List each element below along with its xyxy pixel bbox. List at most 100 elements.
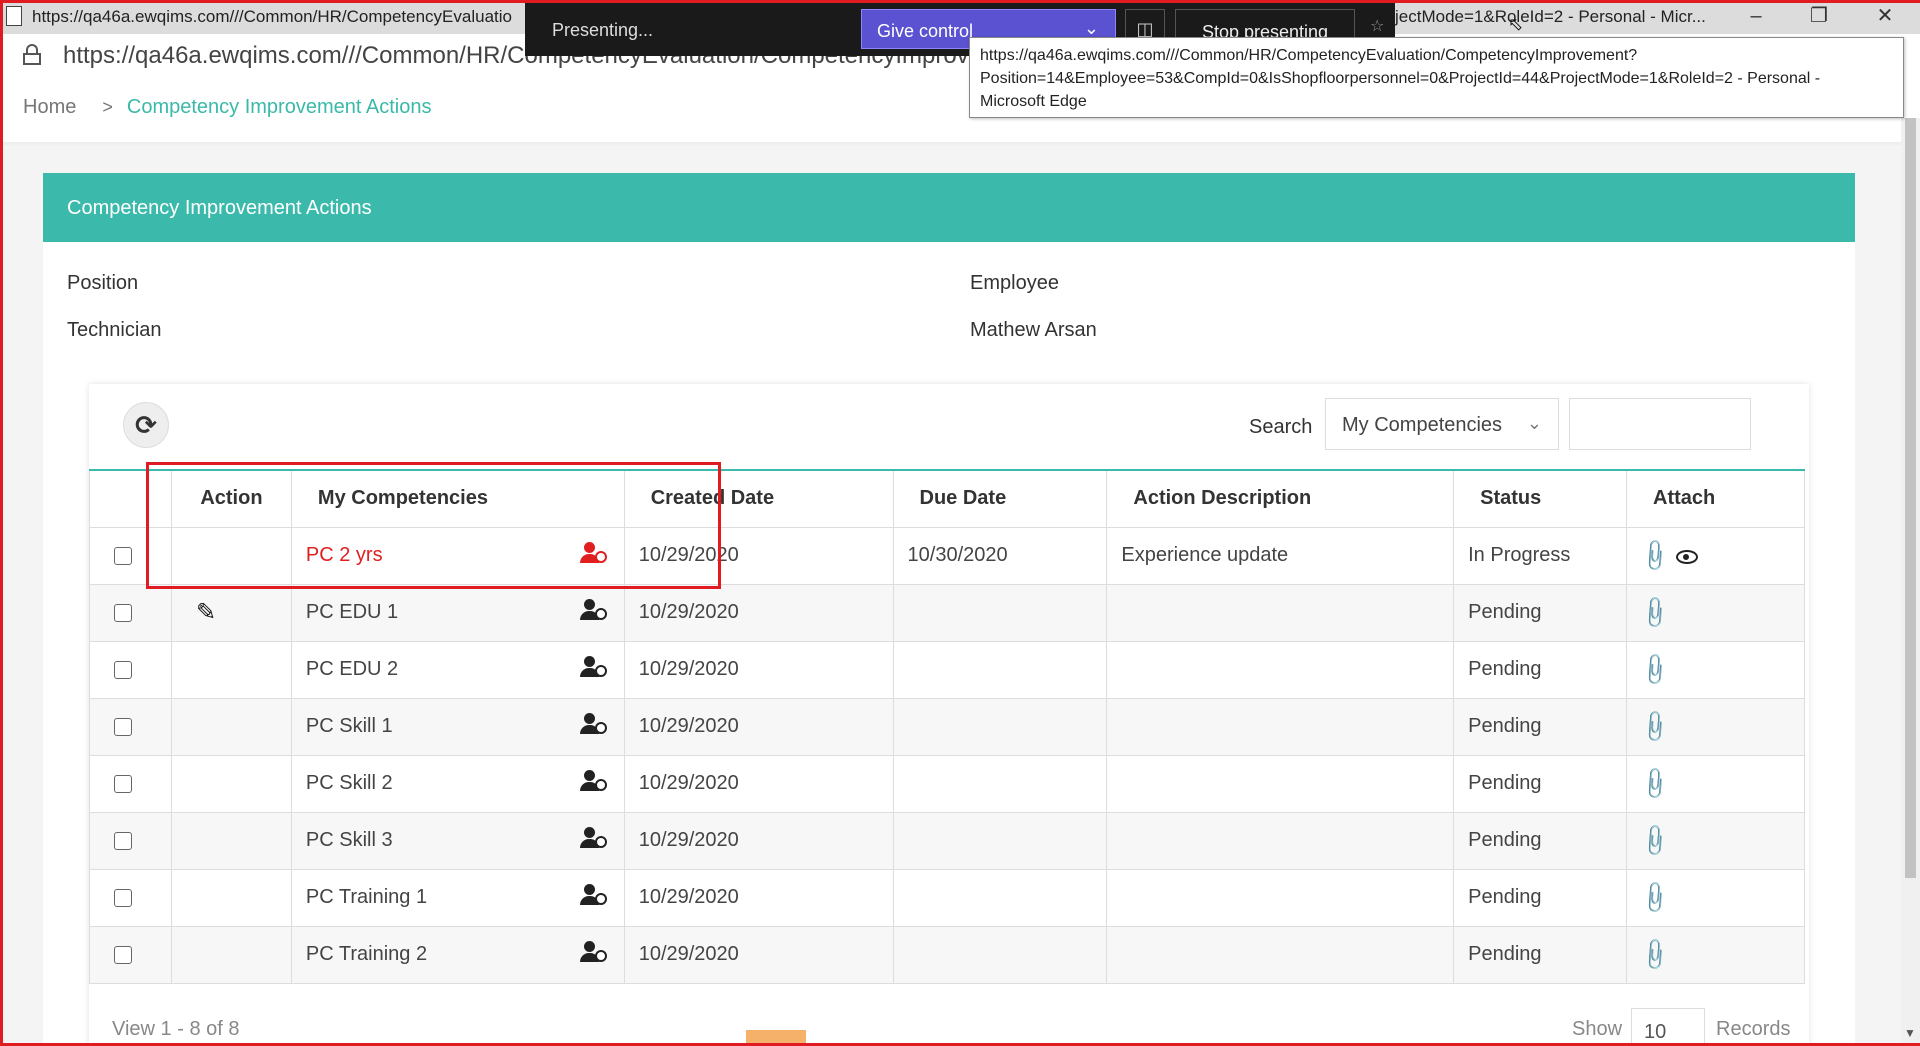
due-date-cell (892, 926, 1107, 984)
row-checkbox[interactable] (114, 888, 132, 907)
competency-name[interactable]: PC EDU 2 (306, 658, 398, 680)
competency-name[interactable]: PC EDU 1 (306, 601, 398, 623)
paperclip-icon[interactable]: 📎 (1636, 879, 1674, 917)
competency-name[interactable]: PC Skill 2 (306, 772, 393, 794)
minimize-button[interactable]: – (1733, 2, 1779, 32)
competency-cell: PC Skill 1 (290, 698, 625, 756)
row-select-cell (89, 926, 172, 984)
window-title-tail: jectMode=1&RoleId=2 - Personal - Micr... (1395, 7, 1706, 26)
give-control-label: Give control (877, 21, 974, 41)
created-date-cell: 10/29/2020 (623, 869, 894, 927)
maximize-button[interactable]: ❐ (1796, 2, 1842, 32)
tooltip-line-1: https://qa46a.ewqims.com///Common/HR/Com… (980, 47, 1638, 64)
view-count: View 1 - 8 of 8 (112, 1018, 240, 1040)
action-cell (170, 926, 292, 984)
presenting-label: Presenting... (552, 20, 654, 40)
breadcrumb-separator-icon: > (102, 97, 113, 117)
status-cell: In Progress (1453, 527, 1627, 585)
due-date-cell: 10/30/2020 (892, 527, 1107, 585)
person-shield-icon[interactable] (579, 769, 608, 794)
header-status[interactable]: Status (1453, 469, 1627, 528)
due-date-cell (892, 869, 1107, 927)
employee-value: Mathew Arsan (970, 319, 1097, 341)
paperclip-icon[interactable]: 📎 (1636, 822, 1674, 860)
search-filter-select[interactable]: My Competencies ⌄ (1325, 398, 1559, 450)
person-shield-icon[interactable] (579, 712, 608, 737)
paperclip-icon[interactable]: 📎 (1636, 708, 1674, 746)
competency-cell: PC Training 2 (290, 926, 625, 984)
competency-cell: PC Training 1 (290, 869, 625, 927)
table-row[interactable]: PC Training 2 10/29/2020 Pending 📎 (89, 926, 1805, 984)
pin-icon[interactable]: ☆ (1370, 16, 1384, 36)
action-cell (170, 755, 292, 813)
scroll-down-arrow-icon[interactable]: ▼ (1904, 1026, 1916, 1040)
tooltip-line-3: Microsoft Edge (980, 93, 1087, 110)
description-cell (1106, 869, 1454, 927)
table-row[interactable]: PC Training 1 10/29/2020 Pending 📎 (89, 869, 1805, 927)
created-date-cell: 10/29/2020 (623, 812, 894, 870)
table-row[interactable]: PC Skill 2 10/29/2020 Pending 📎 (89, 755, 1805, 813)
paperclip-icon[interactable]: 📎 (1636, 936, 1674, 974)
description-cell (1106, 926, 1454, 984)
person-shield-icon[interactable] (579, 883, 608, 908)
scrollbar-thumb[interactable] (1905, 118, 1916, 878)
table-row[interactable]: PC EDU 2 10/29/2020 Pending 📎 (89, 641, 1805, 699)
row-select-cell (89, 641, 172, 699)
pager-current[interactable] (746, 1030, 806, 1046)
attach-cell: 📎 (1626, 641, 1805, 699)
close-window-button[interactable]: ✕ (1862, 2, 1908, 32)
row-checkbox[interactable] (114, 774, 132, 793)
attach-cell: 📎 (1626, 698, 1805, 756)
row-checkbox[interactable] (114, 546, 132, 565)
records-label: Records (1716, 1018, 1791, 1040)
lock-icon (23, 44, 41, 65)
breadcrumb: Home > Competency Improvement Actions (23, 96, 431, 119)
attach-cell: 📎 (1626, 812, 1805, 870)
paperclip-icon[interactable]: 📎 (1636, 651, 1674, 689)
competency-name[interactable]: PC Skill 3 (306, 829, 393, 851)
attach-cell: 📎 (1626, 584, 1805, 642)
header-action-description[interactable]: Action Description (1106, 469, 1454, 528)
table-row[interactable]: ✎ PC EDU 1 10/29/2020 Pending 📎 (89, 584, 1805, 642)
header-attach[interactable]: Attach (1626, 469, 1805, 528)
breadcrumb-current[interactable]: Competency Improvement Actions (127, 96, 432, 118)
chevron-down-icon: ⌄ (1083, 18, 1099, 38)
page-scrollbar[interactable]: ▼ (1901, 118, 1920, 1046)
breadcrumb-home[interactable]: Home (23, 96, 76, 118)
search-input[interactable] (1569, 398, 1751, 450)
table-row[interactable]: PC Skill 1 10/29/2020 Pending 📎 (89, 698, 1805, 756)
row-checkbox[interactable] (114, 945, 132, 964)
competency-name[interactable]: PC Skill 1 (306, 715, 393, 737)
table-row[interactable]: PC Skill 3 10/29/2020 Pending 📎 (89, 812, 1805, 870)
created-date-cell: 10/29/2020 (623, 698, 894, 756)
person-shield-icon[interactable] (579, 826, 608, 851)
competency-name[interactable]: PC Training 1 (306, 886, 427, 908)
description-cell (1106, 698, 1454, 756)
position-label: Position (67, 272, 139, 294)
paperclip-icon[interactable]: 📎 (1636, 594, 1674, 632)
person-shield-icon[interactable] (579, 598, 608, 623)
description-cell (1106, 755, 1454, 813)
row-select-cell (89, 869, 172, 927)
status-cell: Pending (1453, 584, 1627, 642)
refresh-button[interactable]: ⟳ (123, 402, 169, 448)
created-date-cell: 10/29/2020 (623, 926, 894, 984)
header-due-date[interactable]: Due Date (892, 469, 1107, 528)
page-size-select[interactable]: 10 (1631, 1008, 1705, 1046)
pencil-icon[interactable]: ✎ (196, 599, 216, 626)
eye-icon[interactable] (1676, 550, 1699, 565)
row-select-cell (89, 584, 172, 642)
status-cell: Pending (1453, 698, 1627, 756)
row-select-cell (89, 812, 172, 870)
person-shield-icon[interactable] (579, 655, 608, 680)
competency-name[interactable]: PC Training 2 (306, 943, 427, 965)
row-checkbox[interactable] (114, 660, 132, 679)
row-checkbox[interactable] (114, 831, 132, 850)
paperclip-icon[interactable]: 📎 (1636, 765, 1674, 803)
due-date-cell (892, 641, 1107, 699)
row-checkbox[interactable] (114, 717, 132, 736)
panel-title: Competency Improvement Actions (43, 173, 1855, 242)
paperclip-icon[interactable]: 📎 (1636, 537, 1674, 575)
row-checkbox[interactable] (114, 603, 132, 622)
person-shield-icon[interactable] (579, 940, 608, 965)
